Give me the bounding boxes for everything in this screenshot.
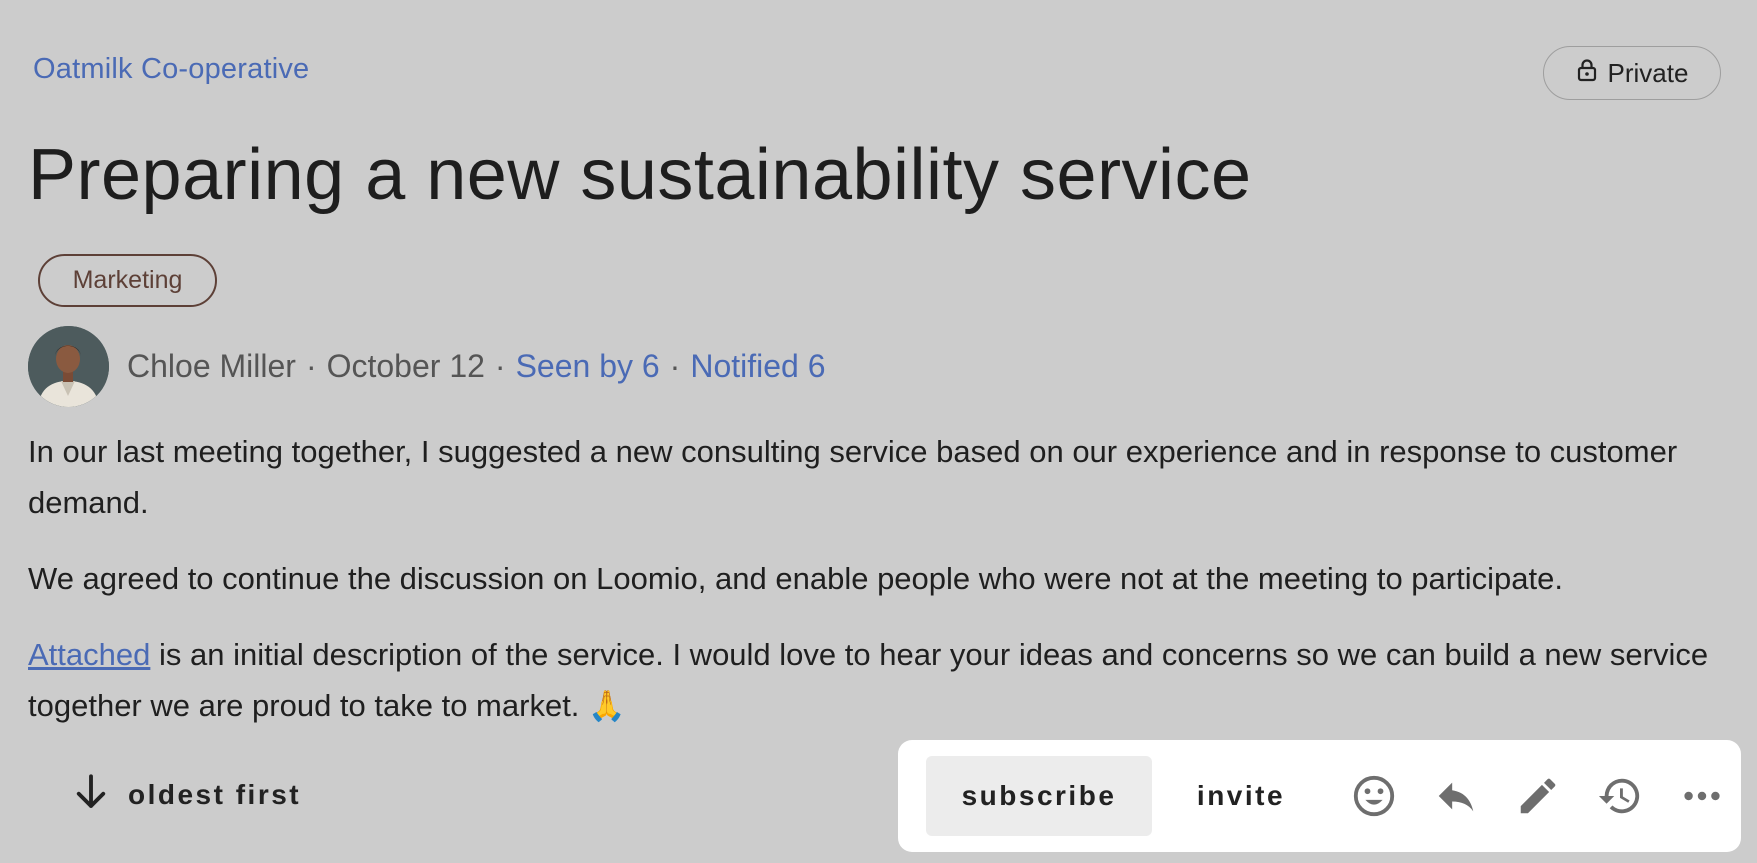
avatar[interactable] xyxy=(28,325,109,407)
more-icon[interactable] xyxy=(1670,764,1734,828)
seen-by-link[interactable]: Seen by 6 xyxy=(516,348,660,385)
discussion-body: In our last meeting together, I suggeste… xyxy=(28,426,1728,757)
reply-icon[interactable] xyxy=(1424,764,1488,828)
privacy-label: Private xyxy=(1607,57,1689,88)
discussion-date: October 12 xyxy=(326,347,485,384)
action-bar: subscribe invite xyxy=(898,740,1741,852)
discussion-title: Preparing a new sustainability service xyxy=(28,135,1252,215)
discussion-meta: Chloe Miller · October 12 · Seen by 6 · … xyxy=(28,325,826,407)
tag-chip[interactable]: Marketing xyxy=(38,254,217,307)
pray-emoji: 🙏 xyxy=(588,690,626,723)
author-name[interactable]: Chloe Miller xyxy=(127,348,296,385)
meta-separator: · xyxy=(305,347,317,384)
body-paragraph: Attached is an initial description of th… xyxy=(28,629,1728,732)
attached-link[interactable]: Attached xyxy=(28,637,150,672)
sort-order-button[interactable]: oldest first xyxy=(70,770,301,820)
history-icon[interactable] xyxy=(1588,764,1652,828)
sort-label: oldest first xyxy=(128,779,302,810)
group-link[interactable]: Oatmilk Co-operative xyxy=(33,53,309,86)
notified-link[interactable]: Notified 6 xyxy=(690,348,825,385)
body-paragraph: In our last meeting together, I suggeste… xyxy=(28,434,1678,520)
body-text: is an initial description of the service… xyxy=(28,637,1709,723)
meta-separator: · xyxy=(669,347,681,384)
arrow-down-icon xyxy=(70,771,112,820)
emoji-icon[interactable] xyxy=(1342,764,1406,828)
edit-icon[interactable] xyxy=(1506,764,1570,828)
body-paragraph: We agreed to continue the discussion on … xyxy=(28,561,1563,596)
lock-icon xyxy=(1576,58,1598,89)
subscribe-button[interactable]: subscribe xyxy=(926,756,1152,836)
meta-separator: · xyxy=(494,347,506,384)
invite-button[interactable]: invite xyxy=(1158,756,1324,836)
privacy-chip[interactable]: Private xyxy=(1543,46,1721,100)
